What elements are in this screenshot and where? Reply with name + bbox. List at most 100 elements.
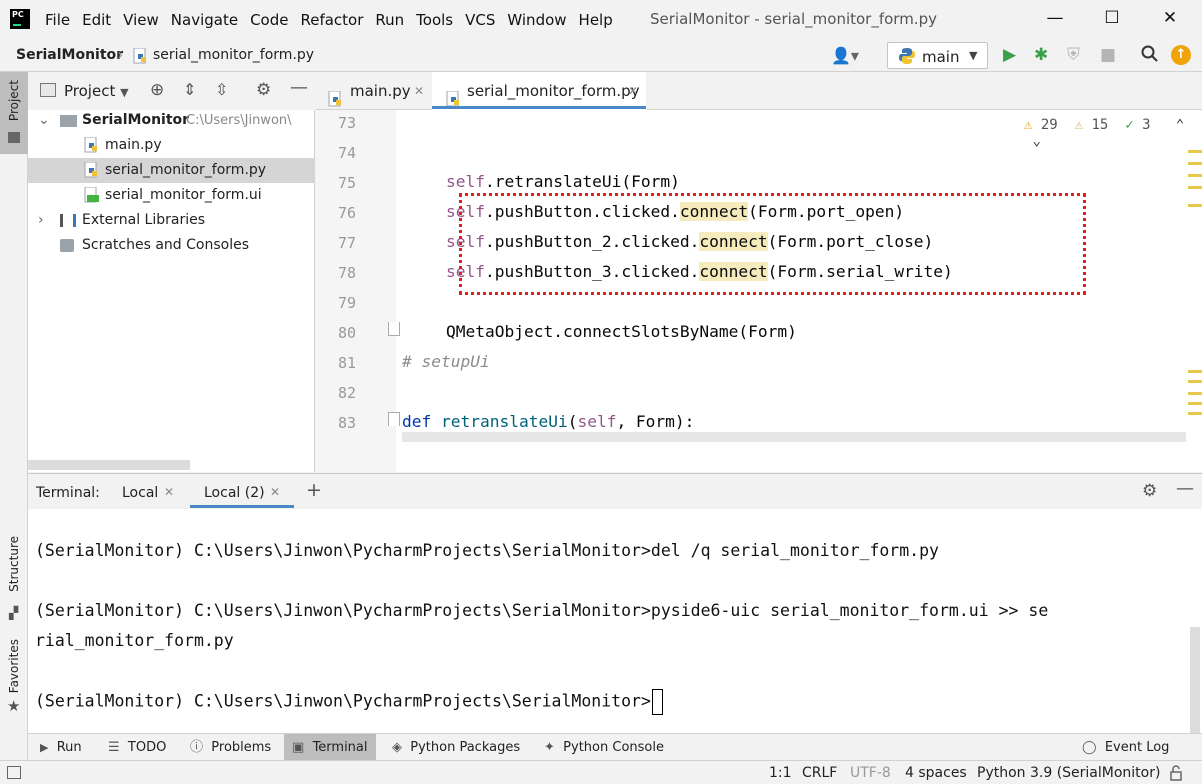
terminal-output[interactable]: (SerialMonitor) C:\Users\Jinwon\PycharmP… — [28, 509, 1202, 733]
line-number: 80 — [337, 324, 356, 342]
menu-navigate[interactable]: Navigate — [171, 11, 238, 29]
tab-terminal-local-2[interactable]: Local (2) ✕ — [190, 474, 294, 508]
menu-code[interactable]: Code — [250, 11, 288, 29]
tree-item-main-py[interactable]: main.py — [28, 133, 315, 158]
caret-position[interactable]: 1:1 — [769, 765, 792, 781]
menu-run[interactable]: Run — [375, 11, 404, 29]
tab-serial-monitor-form-py[interactable]: serial_monitor_form.py ✕ — [432, 72, 646, 110]
new-terminal-tab-button[interactable]: + — [306, 479, 322, 501]
breadcrumb-file[interactable]: serial_monitor_form.py — [153, 47, 314, 63]
structure-tool-window-button[interactable]: Structure ▞ — [0, 534, 28, 624]
todo-tool-button[interactable]: ☰ TODO — [100, 734, 174, 761]
chevron-down-icon[interactable]: ⌄ — [38, 108, 50, 133]
code-editor[interactable]: 73 74 75 76 77 78 79 80 81 82 83 ⚠ 29 ⚠ … — [316, 110, 1202, 472]
stripe-marker[interactable] — [1188, 186, 1202, 189]
fold-marker-icon[interactable] — [388, 322, 400, 336]
menu-refactor[interactable]: Refactor — [300, 11, 363, 29]
stripe-marker[interactable] — [1188, 412, 1202, 415]
menu-vcs[interactable]: VCS — [465, 11, 495, 29]
lock-icon[interactable] — [1168, 765, 1184, 781]
update-arrow-icon[interactable]: ↑ — [1171, 45, 1191, 65]
user-account-icon[interactable]: 👤▾ — [831, 46, 859, 65]
stripe-marker[interactable] — [1188, 370, 1202, 373]
project-view-select[interactable]: Project ▼ — [64, 82, 129, 100]
stop-icon[interactable]: ■ — [1100, 45, 1116, 65]
minimize-button[interactable]: — — [1040, 8, 1070, 32]
event-log-tool-button[interactable]: ◯ Event Log — [1074, 734, 1177, 761]
debug-bug-icon[interactable]: ✱ — [1034, 45, 1048, 65]
menu-help[interactable]: Help — [579, 11, 613, 29]
run-configuration-select[interactable]: main ▼ — [887, 42, 988, 69]
menu-edit[interactable]: Edit — [82, 11, 111, 29]
expand-all-icon[interactable]: ⇕ — [183, 80, 196, 99]
problems-info-icon: ⓘ — [190, 740, 204, 755]
horizontal-scrollbar[interactable] — [28, 460, 190, 470]
locate-crosshair-icon[interactable]: ⊕ — [150, 80, 164, 100]
tree-item-serial-monitor-form-ui[interactable]: serial_monitor_form.ui — [28, 183, 315, 208]
search-icon[interactable] — [1141, 45, 1159, 68]
stripe-marker[interactable] — [1188, 174, 1202, 177]
status-bar: 1:1 CRLF UTF-8 4 spaces Python 3.9 (Seri… — [0, 760, 1202, 784]
indentation[interactable]: 4 spaces — [905, 765, 967, 781]
horizontal-scrollbar[interactable] — [402, 432, 1186, 442]
stripe-marker[interactable] — [1188, 380, 1202, 383]
tree-item-label: serial_monitor_form.ui — [105, 187, 262, 203]
tab-main-py[interactable]: main.py ✕ — [328, 72, 432, 110]
menu-view[interactable]: View — [123, 11, 159, 29]
navigation-bar: SerialMonitor › serial_monitor_form.py 👤… — [0, 40, 1202, 72]
stripe-marker[interactable] — [1188, 402, 1202, 405]
close-window-button[interactable]: ✕ — [1155, 8, 1185, 32]
run-icon[interactable]: ▶ — [1003, 45, 1016, 65]
code-line-81: # setupUi — [402, 352, 490, 371]
ok-count: 3 — [1142, 117, 1151, 133]
favorites-tool-window-button[interactable]: Favorites ★ — [0, 637, 28, 722]
python-interpreter[interactable]: Python 3.9 (SerialMonitor) — [977, 765, 1160, 781]
line-separator[interactable]: CRLF — [802, 765, 837, 781]
close-tab-icon[interactable]: ✕ — [270, 485, 280, 499]
tree-item-external-libraries[interactable]: › External Libraries — [28, 208, 315, 233]
menu-file[interactable]: File — [45, 11, 70, 29]
fold-marker-icon[interactable] — [388, 412, 400, 426]
collapse-all-icon[interactable]: ⇳ — [215, 80, 228, 99]
file-encoding[interactable]: UTF-8 — [850, 765, 891, 781]
inspection-widget[interactable]: ⚠ 29 ⚠ 15 ✓ 3 ⌃ ⌄ — [1024, 117, 1202, 149]
gear-icon[interactable]: ⚙ — [1142, 481, 1157, 501]
stripe-marker[interactable] — [1188, 392, 1202, 395]
run-tool-button[interactable]: ▶ Run — [32, 734, 90, 761]
python-packages-tool-button[interactable]: ◈ Python Packages — [384, 734, 528, 761]
python-file-icon — [84, 161, 100, 183]
breadcrumb-project[interactable]: SerialMonitor — [16, 47, 123, 63]
python-console-tool-button[interactable]: ✦ Python Console — [536, 734, 672, 761]
tab-terminal-local[interactable]: Local ✕ — [112, 474, 188, 508]
chevron-right-icon[interactable]: › — [38, 208, 44, 233]
stripe-marker[interactable] — [1188, 204, 1202, 207]
close-tab-icon[interactable]: ✕ — [628, 72, 638, 110]
next-highlight-icon[interactable]: ⌄ — [1032, 133, 1040, 149]
gear-icon[interactable]: ⚙ — [256, 80, 271, 100]
terminal-tool-button[interactable]: ▣ Terminal — [284, 734, 376, 761]
problems-tool-button[interactable]: ⓘ Problems — [182, 734, 279, 761]
tree-item-serial-monitor-form-py[interactable]: serial_monitor_form.py — [28, 158, 315, 183]
coverage-icon[interactable]: ⛨ — [1067, 45, 1080, 65]
hide-panel-icon[interactable]: — — [1176, 478, 1194, 499]
tree-item-scratches[interactable]: Scratches and Consoles — [28, 233, 315, 258]
vertical-scrollbar[interactable] — [1190, 627, 1200, 733]
toggle-tool-windows-icon[interactable] — [7, 766, 21, 779]
close-tab-icon[interactable]: ✕ — [164, 485, 174, 499]
close-tab-icon[interactable]: ✕ — [414, 72, 424, 110]
stripe-marker[interactable] — [1188, 162, 1202, 165]
menu-window[interactable]: Window — [507, 11, 566, 29]
stripe-marker[interactable] — [1188, 150, 1202, 153]
terminal-line: (SerialMonitor) C:\Users\Jinwon\PycharmP… — [35, 601, 1049, 620]
code-line-75: self.retranslateUi(Form) — [446, 172, 680, 191]
previous-highlight-icon[interactable]: ⌃ — [1176, 117, 1184, 133]
maximize-button[interactable]: ☐ — [1097, 8, 1127, 32]
hide-panel-icon[interactable]: — — [290, 77, 308, 98]
menu-tools[interactable]: Tools — [416, 11, 453, 29]
project-tool-window-button[interactable]: Project — [0, 72, 28, 154]
error-stripe[interactable] — [1186, 140, 1202, 440]
tree-item-project-root[interactable]: ⌄ SerialMonitor C:\Users\Jinwon\ — [28, 108, 315, 133]
tab-label: Local (2) — [204, 485, 265, 501]
favorites-strip-label: Favorites — [7, 639, 21, 694]
event-log-bubble-icon: ◯ — [1082, 740, 1097, 755]
